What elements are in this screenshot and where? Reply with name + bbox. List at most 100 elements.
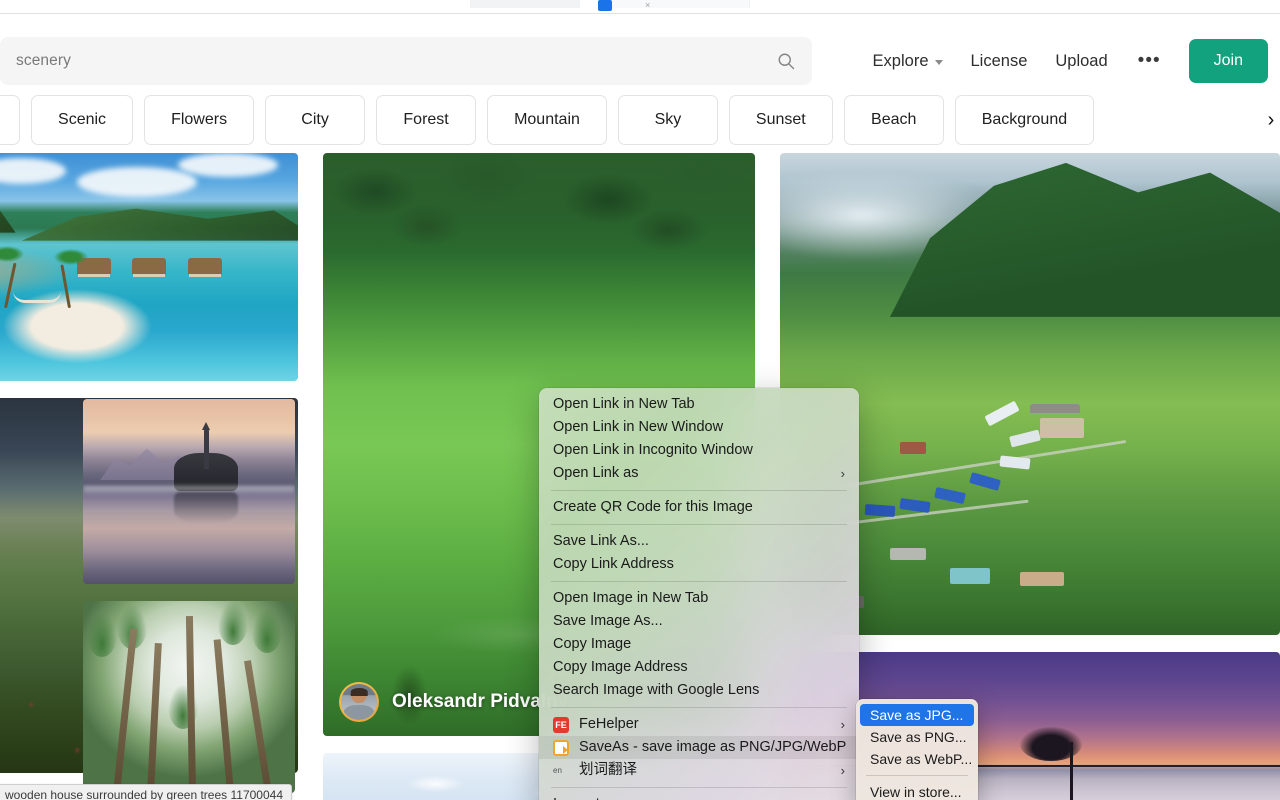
context-menu-item-label: Search Image with Google Lens	[553, 679, 845, 702]
context-menu-item-label: FeHelper	[579, 713, 831, 736]
grid-column-left-inner	[83, 153, 295, 800]
village-house	[890, 548, 926, 560]
chevron-right-icon: ›	[841, 713, 845, 736]
tag-chip-label: Sky	[655, 111, 682, 129]
context-menu-item-inspect[interactable]: Inspect	[539, 793, 859, 800]
cloud-shape	[0, 158, 66, 184]
context-menu-item-create-qr-code-for-this-image[interactable]: Create QR Code for this Image	[539, 496, 859, 519]
tag-chip-forest[interactable]: Forest	[376, 95, 476, 145]
context-menu-item-open-image-in-new-tab[interactable]: Open Image in New Tab	[539, 587, 859, 610]
context-menu-item-label: Open Link in Incognito Window	[553, 439, 845, 462]
tag-chip-flowers[interactable]: Flowers	[144, 95, 254, 145]
palm-trunk	[60, 264, 71, 308]
translate-extension-icon: en	[553, 763, 569, 779]
context-menu-item-label: Copy Link Address	[553, 553, 845, 576]
context-menu-item-open-link-in-new-window[interactable]: Open Link in New Window	[539, 416, 859, 439]
chips-next-icon[interactable]: ›	[1254, 105, 1278, 135]
photo-card-forest-canopy[interactable]	[83, 601, 295, 793]
tag-chip-label: Forest	[403, 111, 448, 129]
context-menu-item-label: Open Link in New Tab	[553, 393, 845, 416]
tab-favicon-icon	[598, 0, 612, 11]
context-menu-item-save-image-as[interactable]: Save Image As...	[539, 610, 859, 633]
train-car	[969, 472, 1001, 491]
spacer	[83, 153, 295, 399]
tag-chip-label: Sunset	[756, 111, 806, 129]
tree-trunk	[214, 640, 234, 793]
submenu-item-save-as-webp[interactable]: Save as WebP...	[860, 748, 974, 770]
tag-chip-sky[interactable]: Sky	[618, 95, 718, 145]
tag-chip-label: Mountain	[514, 111, 580, 129]
context-menu-item-open-link-as[interactable]: Open Link as›	[539, 462, 859, 485]
tab-close-icon[interactable]: ×	[645, 1, 653, 9]
context-menu-item-copy-image[interactable]: Copy Image	[539, 633, 859, 656]
chevron-down-icon	[935, 60, 943, 65]
tree-trunk	[113, 628, 137, 793]
avatar-hair	[351, 688, 368, 696]
submenu-item-view-in-store[interactable]: View in store...	[860, 781, 974, 800]
header-nav: Explore License Upload ••• Join	[859, 37, 1268, 85]
tag-chip-label: City	[301, 111, 329, 129]
tag-chip-scenic[interactable]: Scenic	[31, 95, 133, 145]
nav-label-explore: Explore	[873, 52, 929, 71]
context-menu-item-save-link-as[interactable]: Save Link As...	[539, 530, 859, 553]
church-spire	[204, 429, 209, 470]
context-menu-item-search-image-with-google-lens[interactable]: Search Image with Google Lens	[539, 679, 859, 702]
hammock	[13, 291, 61, 303]
context-menu-item-item[interactable]: en划词翻译›	[539, 759, 859, 782]
avatar-image	[341, 684, 377, 720]
station-roof	[1030, 404, 1080, 413]
tag-chip-beach[interactable]: Beach	[844, 95, 944, 145]
browser-tab-inactive[interactable]	[470, 0, 580, 8]
context-menu-item-label: Copy Image Address	[553, 656, 845, 679]
tag-chip-label: Flowers	[171, 111, 227, 129]
browser-chrome-strip: ×	[0, 0, 1280, 14]
browser-tab-active[interactable]	[600, 0, 750, 8]
tree-trunk	[244, 660, 272, 793]
context-menu-item-fehelper[interactable]: FEFeHelper›	[539, 713, 859, 736]
village-house	[950, 568, 990, 584]
context-submenu-saveas[interactable]: Save as JPG...Save as PNG...Save as WebP…	[856, 699, 978, 800]
nav-label-upload: Upload	[1055, 52, 1107, 71]
nav-item-license[interactable]: License	[957, 52, 1042, 71]
context-menu-item-copy-image-address[interactable]: Copy Image Address	[539, 656, 859, 679]
tag-chip-city[interactable]: City	[265, 95, 365, 145]
join-button[interactable]: Join	[1189, 39, 1268, 83]
train-locomotive	[865, 504, 896, 517]
context-menu-separator	[551, 490, 847, 491]
tag-chips-scroller[interactable]: Nature Scenic Flowers City Forest Mountain Sky…	[0, 93, 1280, 147]
context-menu-item-label: Save Image As...	[553, 610, 845, 633]
photo-card-lake-bled[interactable]	[83, 399, 295, 584]
canopy-foliage	[218, 601, 248, 645]
tag-chip-mountain[interactable]: Mountain	[487, 95, 607, 145]
tag-chip-label: Beach	[871, 111, 916, 129]
submenu-item-save-as-jpg[interactable]: Save as JPG...	[860, 704, 974, 726]
submenu-item-save-as-png[interactable]: Save as PNG...	[860, 726, 974, 748]
search-icon[interactable]	[776, 51, 796, 71]
search-bar[interactable]: scenery	[0, 37, 812, 85]
tree-trunk	[147, 643, 162, 793]
page-root: × scenery Explore License Upload ••• Joi…	[0, 0, 1280, 800]
status-tooltip: wooden house surrounded by green trees 1…	[0, 784, 292, 800]
more-options-icon[interactable]: •••	[1122, 56, 1177, 66]
tag-chip-nature[interactable]: Nature	[0, 95, 20, 145]
nav-item-explore[interactable]: Explore	[859, 52, 957, 71]
context-menu-item-open-link-in-incognito-window[interactable]: Open Link in Incognito Window	[539, 439, 859, 462]
tag-chip-sunset[interactable]: Sunset	[729, 95, 833, 145]
chevron-right-icon: ›	[841, 462, 845, 485]
context-menu[interactable]: Open Link in New TabOpen Link in New Win…	[539, 388, 859, 800]
context-menu-item-open-link-in-new-tab[interactable]: Open Link in New Tab	[539, 393, 859, 416]
context-menu-separator	[551, 787, 847, 788]
tree-trunk	[1070, 742, 1073, 800]
nav-label-license: License	[971, 52, 1028, 71]
context-menu-separator	[551, 707, 847, 708]
search-input[interactable]: scenery	[16, 52, 776, 70]
context-menu-item-saveas-save-image-as-png-jpg-webp[interactable]: SaveAs - save image as PNG/JPG/WebP›	[539, 736, 859, 759]
tag-chip-background[interactable]: Background	[955, 95, 1094, 145]
village-house	[900, 442, 926, 454]
avatar[interactable]	[339, 682, 379, 722]
train-car	[934, 487, 966, 504]
context-menu-item-label: Save Link As...	[553, 530, 845, 553]
water-reflection	[174, 492, 238, 523]
context-menu-item-copy-link-address[interactable]: Copy Link Address	[539, 553, 859, 576]
nav-item-upload[interactable]: Upload	[1041, 52, 1121, 71]
